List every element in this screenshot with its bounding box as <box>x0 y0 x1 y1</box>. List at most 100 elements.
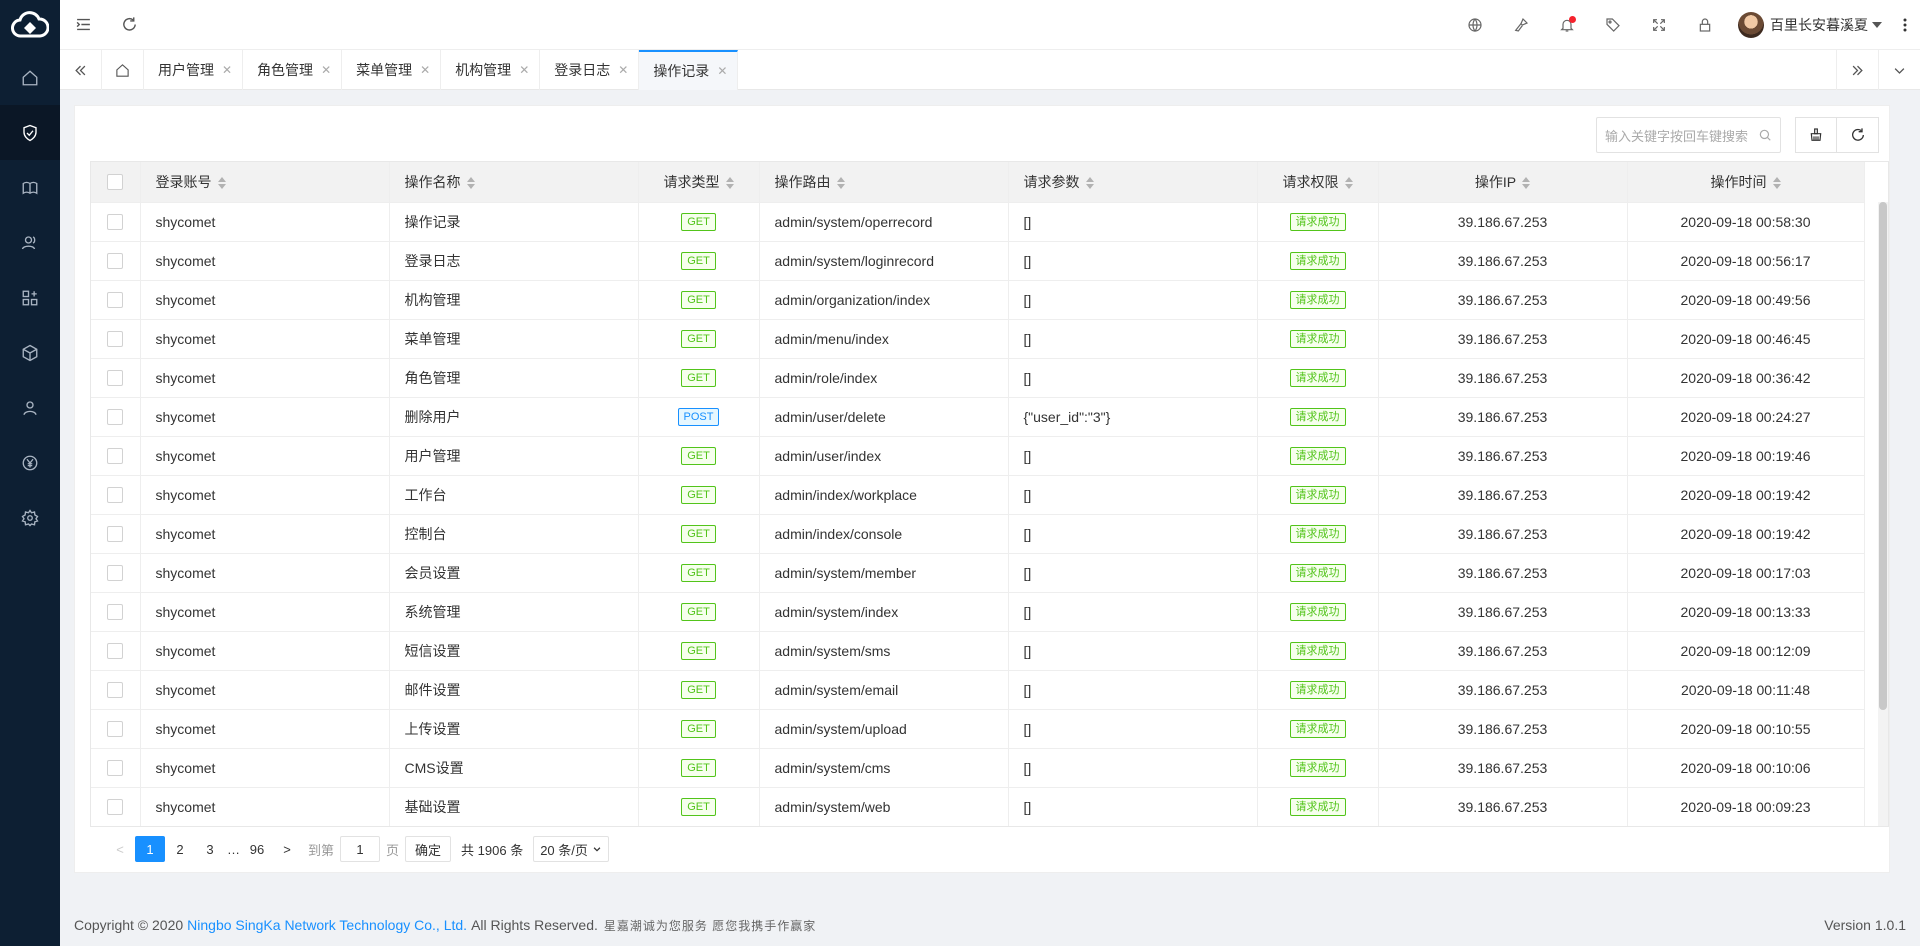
notifications-button[interactable] <box>1544 0 1590 50</box>
page-button[interactable]: 3 <box>195 836 225 862</box>
column-header[interactable]: 操作IP <box>1378 162 1628 203</box>
table-row[interactable]: shycomet 控制台 GET admin/index/console[] 请求成功 3… <box>91 514 1865 554</box>
language-button[interactable] <box>1452 0 1498 50</box>
column-header[interactable]: 请求参数 <box>1008 162 1258 203</box>
collapse-menu-button[interactable] <box>60 0 106 50</box>
sort-icon[interactable] <box>1344 177 1353 190</box>
cloud-logo-icon[interactable] <box>0 0 60 50</box>
tab-operation-record[interactable]: 操作记录 ✕ <box>639 50 739 90</box>
tabs-scroll-left-button[interactable] <box>60 50 102 90</box>
row-checkbox[interactable] <box>107 331 124 348</box>
clear-cache-button[interactable] <box>1498 0 1544 50</box>
clean-button[interactable] <box>1795 117 1837 153</box>
sidebar-item-system[interactable] <box>0 105 60 160</box>
table-row[interactable]: shycomet 会员设置 GET admin/system/member[] 请求成功… <box>91 553 1865 593</box>
table-row[interactable]: shycomet 工作台 GET admin/index/workplace[] 请求成… <box>91 475 1865 515</box>
sort-icon[interactable] <box>1085 177 1094 190</box>
goto-page-input[interactable]: 1 <box>340 836 381 862</box>
table-row[interactable]: shycomet 登录日志 GET admin/system/loginrecord[… <box>91 241 1865 281</box>
company-link[interactable]: Ningbo SingKa Network Technology Co., Lt… <box>187 917 467 933</box>
table-row[interactable]: shycomet 角色管理 GET admin/role/index[] 请求成功 39.… <box>91 358 1865 398</box>
close-icon[interactable]: ✕ <box>420 63 430 77</box>
tabs-scroll-right-button[interactable] <box>1836 50 1878 90</box>
reload-table-button[interactable] <box>1837 117 1879 153</box>
refresh-page-button[interactable] <box>106 0 152 50</box>
column-header[interactable]: 操作名称 <box>389 162 639 203</box>
tab-role-management[interactable]: 角色管理 ✕ <box>243 50 343 90</box>
sort-icon[interactable] <box>1522 177 1531 190</box>
table-row[interactable]: shycomet 基础设置 GET admin/system/web[] 请求成功 39.… <box>91 787 1865 826</box>
sort-icon[interactable] <box>725 177 734 190</box>
column-header[interactable]: 请求类型 <box>638 162 760 203</box>
scrollbar-thumb[interactable] <box>1879 202 1887 710</box>
table-row[interactable]: shycomet 机构管理 GET admin/organization/index[… <box>91 280 1865 320</box>
goto-confirm-button[interactable]: 确定 <box>405 836 452 862</box>
column-header[interactable]: 操作路由 <box>759 162 1009 203</box>
column-header[interactable]: 登录账号 <box>140 162 390 203</box>
prev-page-button[interactable]: < <box>105 836 135 862</box>
table-row[interactable]: shycomet CMS设置 GET admin/system/cms[] 请求成功 39… <box>91 748 1865 788</box>
more-options-button[interactable] <box>1890 0 1920 50</box>
row-checkbox[interactable] <box>107 565 124 582</box>
row-checkbox[interactable] <box>107 721 124 738</box>
sort-icon[interactable] <box>836 177 845 190</box>
page-button[interactable]: 1 <box>135 836 165 862</box>
row-checkbox[interactable] <box>107 526 124 543</box>
row-checkbox[interactable] <box>107 370 124 387</box>
sidebar-item-settings[interactable] <box>0 490 60 545</box>
tab-menu-management[interactable]: 菜单管理 ✕ <box>342 50 442 90</box>
close-icon[interactable]: ✕ <box>519 63 529 77</box>
lock-screen-button[interactable] <box>1682 0 1728 50</box>
table-row[interactable]: shycomet 菜单管理 GET admin/menu/index[] 请求成功 39.… <box>91 319 1865 359</box>
tab-login-log[interactable]: 登录日志 ✕ <box>540 50 640 90</box>
close-icon[interactable]: ✕ <box>717 64 727 78</box>
sidebar-item-books[interactable] <box>0 160 60 215</box>
search-input[interactable]: 输入关键字按回车键搜索 <box>1596 117 1781 153</box>
column-header[interactable]: 操作时间 <box>1627 162 1865 203</box>
close-icon[interactable]: ✕ <box>321 63 331 77</box>
row-checkbox[interactable] <box>107 682 124 699</box>
table-row[interactable]: shycomet 邮件设置 GET admin/system/email[] 请求成功 3… <box>91 670 1865 710</box>
row-checkbox[interactable] <box>107 253 124 270</box>
table-row[interactable]: shycomet 系统管理 GET admin/system/index[] 请求成功 3… <box>91 592 1865 632</box>
sort-icon[interactable] <box>1772 177 1781 190</box>
sidebar-item-user[interactable] <box>0 380 60 435</box>
row-checkbox[interactable] <box>107 292 124 309</box>
column-header[interactable]: 请求权限 <box>1257 162 1379 203</box>
page-size-select[interactable]: 20 条/页 <box>533 836 609 862</box>
table-row[interactable]: shycomet 操作记录 GET admin/system/operrecord[]… <box>91 202 1865 242</box>
row-checkbox[interactable] <box>107 487 124 504</box>
user-menu[interactable]: 百里长安暮溪夏 <box>1728 0 1890 50</box>
last-page-button[interactable]: 96 <box>242 836 272 862</box>
row-checkbox[interactable] <box>107 604 124 621</box>
row-checkbox[interactable] <box>107 409 124 426</box>
tabs-dropdown-button[interactable] <box>1878 50 1920 90</box>
sidebar-item-home[interactable] <box>0 50 60 105</box>
select-all-checkbox[interactable] <box>107 174 124 191</box>
sidebar-item-finance[interactable] <box>0 435 60 490</box>
table-row[interactable]: shycomet 短信设置 GET admin/system/sms[] 请求成功 39.… <box>91 631 1865 671</box>
close-icon[interactable]: ✕ <box>618 63 628 77</box>
tags-button[interactable] <box>1590 0 1636 50</box>
sidebar-item-apps[interactable] <box>0 270 60 325</box>
row-checkbox[interactable] <box>107 760 124 777</box>
next-page-button[interactable]: > <box>272 836 302 862</box>
row-checkbox[interactable] <box>107 799 124 816</box>
row-checkbox[interactable] <box>107 643 124 660</box>
table-row[interactable]: shycomet 用户管理 GET admin/user/index[] 请求成功 39.… <box>91 436 1865 476</box>
table-row[interactable]: shycomet 上传设置 GET admin/system/upload[] 请求成功… <box>91 709 1865 749</box>
tab-user-management[interactable]: 用户管理 ✕ <box>144 50 244 90</box>
sidebar-item-extensions[interactable] <box>0 325 60 380</box>
sidebar-item-members[interactable] <box>0 215 60 270</box>
row-checkbox[interactable] <box>107 448 124 465</box>
table-scrollbar[interactable] <box>1878 202 1888 826</box>
page-button[interactable]: 2 <box>165 836 195 862</box>
close-icon[interactable]: ✕ <box>222 63 232 77</box>
tab-organization-management[interactable]: 机构管理 ✕ <box>441 50 541 90</box>
tab-home[interactable] <box>102 50 144 90</box>
sort-icon[interactable] <box>466 177 475 190</box>
sort-icon[interactable] <box>217 177 226 190</box>
row-checkbox[interactable] <box>107 214 124 231</box>
table-row[interactable]: shycomet 删除用户 POST admin/user/delete {"user_… <box>91 397 1865 437</box>
fullscreen-button[interactable] <box>1636 0 1682 50</box>
